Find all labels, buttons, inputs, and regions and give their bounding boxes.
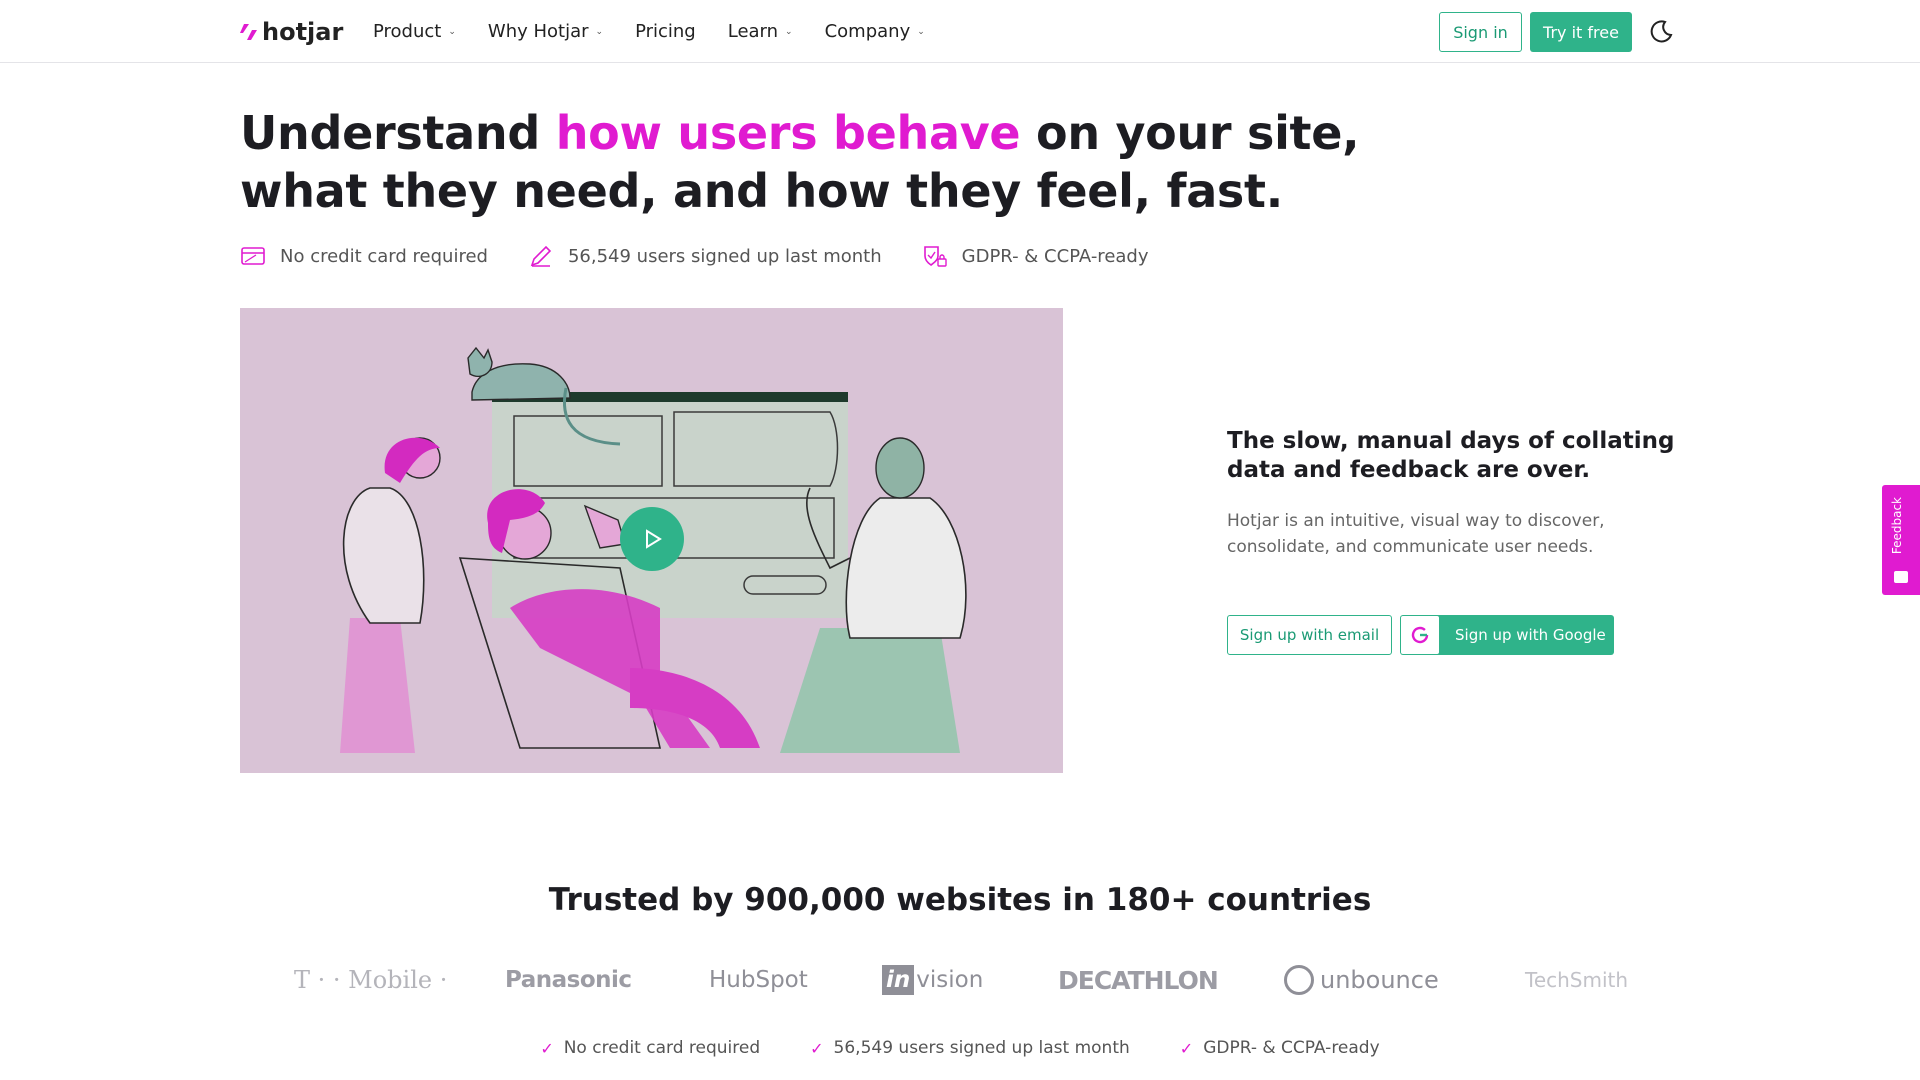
nav-item-product[interactable]: Product ⌄: [373, 21, 456, 42]
feature-signups: 56,549 users signed up last month: [528, 243, 882, 269]
unbounce-logo-mark: [1284, 965, 1314, 995]
check-icon: ✓: [1179, 1038, 1194, 1058]
brand-name: hotjar: [262, 18, 344, 46]
customer-logos: T · · Mobile · Panasonic HubSpot in visio…: [240, 958, 1680, 1002]
top-navigation: hotjar Product ⌄ Why Hotjar ⌄ Pricing Lear…: [0, 0, 1920, 63]
google-icon: [1401, 616, 1439, 654]
panasonic-logo: Panasonic: [505, 967, 632, 993]
hotjar-logo-icon: [240, 24, 257, 40]
tmobile-logo: T · · Mobile ·: [294, 966, 448, 994]
hero-features: No credit card required 56,549 users sig…: [240, 243, 1189, 269]
side-description: Hotjar is an intuitive, visual way to di…: [1227, 511, 1605, 557]
check-item: ✓ GDPR- & CCPA-ready: [1179, 1038, 1380, 1058]
main-menu: Product ⌄ Why Hotjar ⌄ Pricing Learn ⌄ Comp…: [373, 21, 957, 42]
feature-no-credit-card: No credit card required: [240, 243, 488, 269]
feature-gdpr: GDPR- & CCPA-ready: [922, 243, 1149, 269]
hotjar-logo[interactable]: hotjar: [240, 18, 343, 46]
nav-item-company[interactable]: Company ⌄: [825, 21, 925, 42]
nav-item-pricing[interactable]: Pricing: [635, 21, 696, 42]
hero-title: Understand how users behave on your site…: [240, 106, 1360, 218]
nav-item-why-hotjar[interactable]: Why Hotjar ⌄: [488, 21, 603, 42]
check-icon: ✓: [540, 1038, 554, 1058]
chevron-down-icon: ⌄: [917, 26, 925, 37]
sign-in-button[interactable]: Sign in: [1439, 12, 1522, 52]
feedback-icon: [1894, 571, 1908, 583]
try-free-button[interactable]: Try it free: [1530, 12, 1632, 52]
credit-card-icon: [241, 247, 265, 265]
hubspot-logo: HubSpot: [709, 967, 808, 993]
chevron-down-icon: ⌄: [785, 26, 793, 37]
check-item: ✓ 56,549 users signed up last month: [810, 1038, 1130, 1058]
pencil-icon: [530, 245, 552, 267]
feedback-tab[interactable]: Feedback: [1882, 485, 1920, 595]
unbounce-logo: unbounce: [1284, 958, 1439, 1002]
invision-logo: in vision: [882, 958, 983, 1002]
check-item: ✓ No credit card required: [540, 1038, 761, 1058]
nav-item-learn[interactable]: Learn ⌄: [728, 21, 793, 42]
hero-title-highlight: how users behave: [555, 106, 1021, 160]
shield-lock-icon: [923, 246, 947, 267]
techsmith-logo: TechSmith: [1525, 968, 1629, 992]
side-heading: The slow, manual days of collating data …: [1227, 428, 1675, 483]
play-icon: [646, 529, 662, 549]
sign-up-google-button[interactable]: Sign up with Google: [1400, 615, 1614, 655]
moon-icon[interactable]: [1648, 19, 1674, 45]
sign-up-email-button[interactable]: Sign up with email: [1227, 615, 1392, 655]
chevron-down-icon: ⌄: [448, 26, 456, 37]
check-icon: ✓: [810, 1038, 824, 1058]
chevron-down-icon: ⌄: [595, 26, 604, 37]
play-button[interactable]: [620, 507, 684, 571]
trusted-heading: Trusted by 900,000 websites in 180+ coun…: [548, 882, 1372, 918]
board-illustration: [492, 394, 848, 618]
decathlon-logo: DECATHLON: [1058, 965, 1219, 995]
bottom-checks: ✓ No credit card required ✓ 56,549 users s…: [0, 1038, 1920, 1058]
